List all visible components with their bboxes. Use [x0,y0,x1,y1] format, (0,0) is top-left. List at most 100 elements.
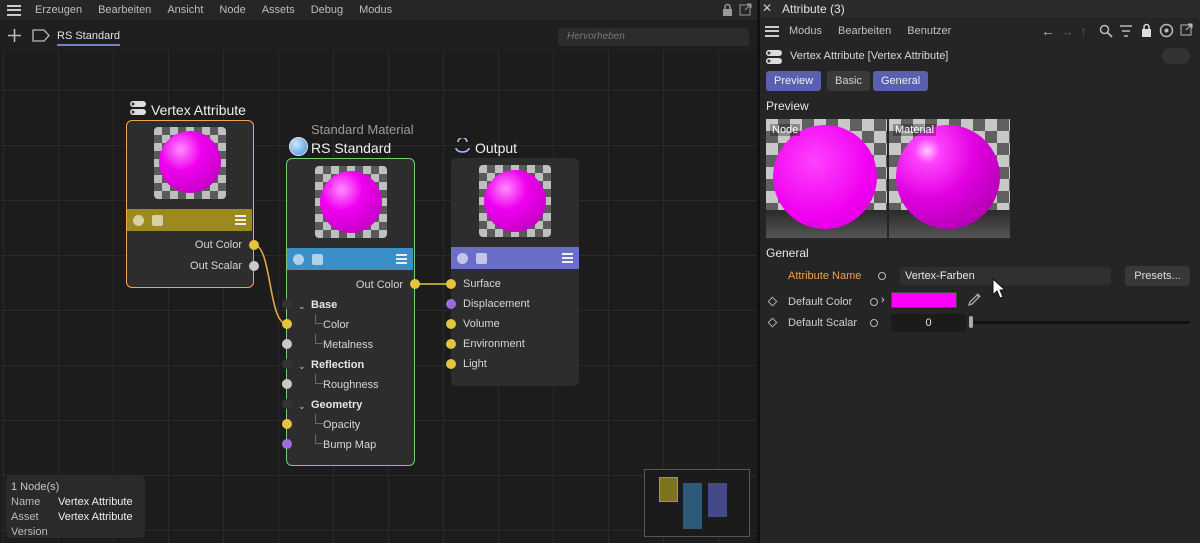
presets-button[interactable]: Presets... [1125,266,1190,286]
default-scalar-slider-handle[interactable] [969,316,973,328]
node-menu-icon[interactable] [562,253,573,263]
input-light-port[interactable] [446,359,456,369]
input-opacity-port[interactable] [282,419,292,429]
animation-keyframe-icon[interactable] [870,319,878,327]
rs-standard-node-bar [287,248,413,270]
input-volume-label: Volume [463,318,500,330]
expand-arrow-icon[interactable]: › [881,294,885,306]
group-reflection-port[interactable] [282,359,292,369]
rs-standard-node[interactable]: Out Color ⌄ Base Color Metalness ⌄ Refle… [286,158,415,466]
selection-info-panel: 1 Node(s) Name Vertex Attribute Asset Vert… [6,475,145,538]
attribute-manager-titlebar: ✕ Attribute (3) [760,0,1200,18]
attribute-name-label: Attribute Name [788,270,862,282]
preview-material-label: Material [893,124,937,136]
node-menu-icon[interactable] [235,215,246,225]
input-surface-label: Surface [463,278,501,290]
close-icon[interactable]: ✕ [762,1,772,15]
animation-keyframe-icon[interactable] [878,272,886,280]
menu-benutzer[interactable]: Benutzer [907,25,951,37]
image-icon [476,252,487,264]
redshift-icon [133,214,144,226]
arrow-up-icon[interactable]: ↑ [1080,23,1087,39]
group-reflection-label[interactable]: Reflection [311,359,364,371]
input-environment-label: Environment [463,338,525,350]
default-color-swatch[interactable] [891,292,957,308]
image-icon [312,253,323,265]
options-toggle[interactable] [1162,48,1190,64]
input-displacement-port[interactable] [446,299,456,309]
out-scalar-label: Out Scalar [190,260,242,272]
default-scalar-input[interactable]: 0 [891,314,966,332]
rs-standard-node-icon [289,137,308,156]
info-key-version: Version [11,525,48,538]
chevron-down-icon[interactable]: ⌄ [298,401,306,412]
node-editor-canvas[interactable]: Erzeugen Bearbeiten Ansicht Node Assets … [0,0,757,543]
output-node-bar [451,247,579,269]
keyframe-diamond-icon[interactable] [767,296,778,307]
chevron-down-icon[interactable]: ⌄ [298,361,306,372]
vertex-attribute-preview-thumbnail [154,127,226,199]
input-color-label: Color [323,319,350,331]
tab-basic[interactable]: Basic [827,71,870,91]
hamburger-menu-icon[interactable] [765,25,779,37]
image-icon [152,214,163,226]
vertex-attribute-node-bar [127,209,252,231]
default-scalar-slider-track[interactable] [971,321,1190,324]
tab-preview[interactable]: Preview [766,71,822,91]
group-geometry-port[interactable] [282,399,292,409]
node-menu-icon[interactable] [396,254,407,264]
output-node[interactable]: Surface Displacement Volume Environment … [451,158,579,386]
vertex-out-scalar-port[interactable] [249,261,259,271]
tab-general[interactable]: General [873,71,929,91]
input-environment-port[interactable] [446,339,456,349]
animation-keyframe-icon[interactable] [870,298,878,306]
rs-standard-subtitle: Standard Material [311,122,414,137]
node-preview-image: Node [766,119,887,238]
input-metalness-port[interactable] [282,339,292,349]
input-metalness-label: Metalness [323,339,374,351]
rs-out-color-port[interactable] [410,279,420,289]
input-volume-port[interactable] [446,319,456,329]
info-value-asset: Vertex Attribute [58,510,133,523]
rs-standard-node-title[interactable]: RS Standard [311,140,391,156]
menu-modus[interactable]: Modus [789,25,822,37]
lock-icon[interactable] [1141,23,1152,37]
eyedropper-icon[interactable] [967,292,982,307]
rs-out-color-label: Out Color [355,279,403,291]
input-light-label: Light [463,358,487,370]
preview-section-heading: Preview [766,99,809,113]
filter-icon[interactable] [1119,25,1133,37]
input-displacement-label: Displacement [463,298,530,310]
arrow-forward-icon[interactable]: → [1060,23,1074,39]
input-surface-port[interactable] [446,279,456,289]
input-bump-map-port[interactable] [282,439,292,449]
group-geometry-label[interactable]: Geometry [311,399,362,411]
input-color-port[interactable] [282,319,292,329]
redshift-icon [457,252,468,264]
input-roughness-port[interactable] [282,379,292,389]
chevron-down-icon[interactable]: ⌄ [298,301,306,312]
menu-bearbeiten[interactable]: Bearbeiten [838,25,891,37]
vertex-attribute-node-title[interactable]: Vertex Attribute [151,102,246,118]
default-scalar-label: Default Scalar [788,317,858,329]
info-value-name: Vertex Attribute [58,495,133,508]
preview-node-label: Node [770,124,801,136]
node-minimap[interactable] [644,469,750,537]
group-base-label[interactable]: Base [311,299,337,311]
target-icon[interactable] [1159,23,1174,38]
input-roughness-label: Roughness [323,379,379,391]
material-preview-image: Material [889,119,1010,238]
keyframe-diamond-icon[interactable] [767,317,778,328]
output-node-icon [455,136,470,155]
arrow-back-icon[interactable]: ← [1041,23,1055,39]
group-base-port[interactable] [282,299,292,309]
vertex-attribute-node[interactable]: Out Color Out Scalar [126,120,254,288]
vertex-out-color-port[interactable] [249,240,259,250]
search-icon[interactable] [1099,24,1113,38]
output-node-title[interactable]: Output [475,140,517,156]
attribute-manager-title: Attribute (3) [782,2,845,16]
input-bump-map-label: Bump Map [323,439,377,451]
rs-standard-preview-thumbnail [315,166,387,238]
undock-icon[interactable] [1180,23,1194,37]
attribute-manager: ✕ Attribute (3) Modus Bearbeiten Benutze… [760,0,1200,543]
